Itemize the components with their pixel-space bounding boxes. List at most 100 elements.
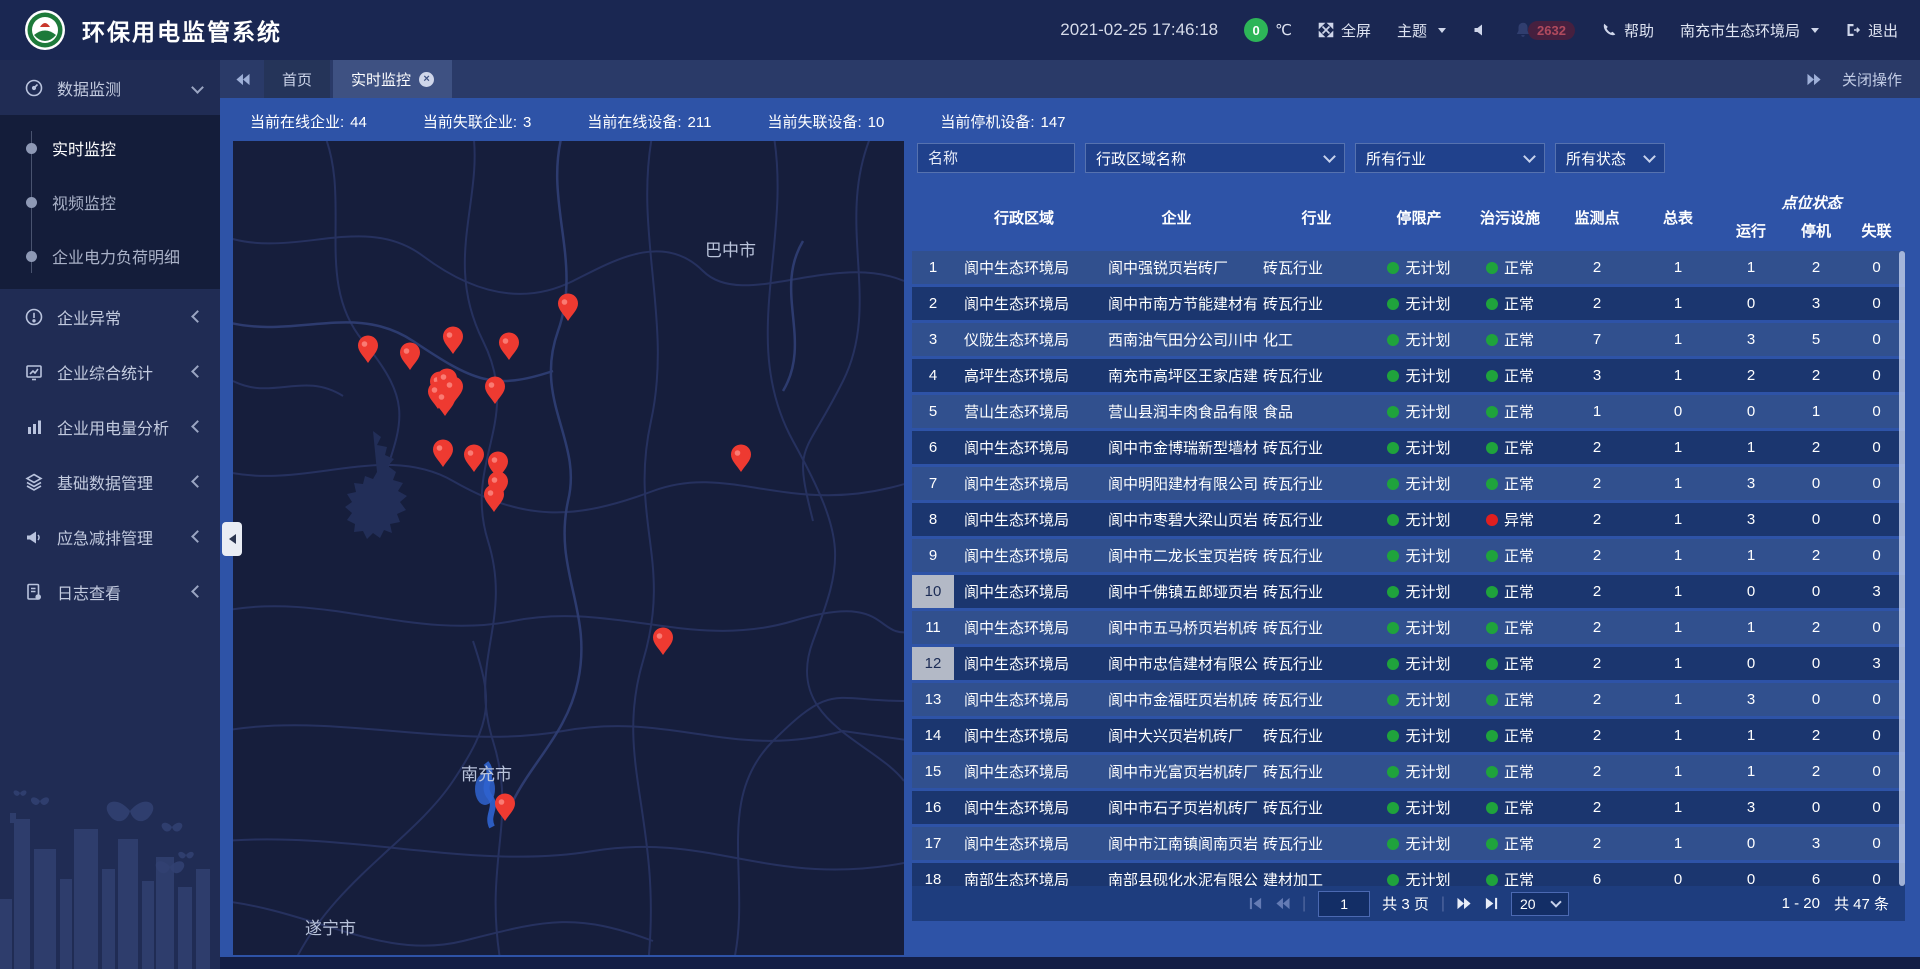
table-row[interactable]: 4 高坪生态环境局 南充市高坪区王家店建 砖瓦行业 无计划 正常 3 1 2 <box>912 359 1905 392</box>
sidebar-item[interactable]: 基础数据管理 <box>0 454 220 509</box>
cell-total-meters: 1 <box>1638 259 1718 276</box>
cell-monitor-points: 2 <box>1556 583 1638 600</box>
total-pages-label: 共 3 页 <box>1382 893 1429 914</box>
cell-lost: 0 <box>1848 763 1905 780</box>
cell-lost: 3 <box>1848 655 1905 672</box>
notifications-button[interactable]: 2632 <box>1514 21 1575 40</box>
table-row[interactable]: 7 阆中生态环境局 阆中明阳建材有限公司 砖瓦行业 无计划 正常 2 1 3 <box>912 467 1905 500</box>
cell-running: 3 <box>1718 475 1784 492</box>
fullscreen-button[interactable]: 全屏 <box>1318 20 1371 41</box>
table-row[interactable]: 12 阆中生态环境局 阆中市忠信建材有限公 砖瓦行业 无计划 正常 2 1 0 <box>912 647 1905 680</box>
notification-count-badge: 2632 <box>1528 21 1575 40</box>
cell-facility-status: 正常 <box>1464 437 1556 458</box>
cell-production-status: 无计划 <box>1374 725 1464 746</box>
close-operations-button[interactable]: 关闭操作 <box>1842 69 1902 90</box>
cell-facility-status: 正常 <box>1464 689 1556 710</box>
cell-company: 阆中市二龙长宝页岩砖 <box>1094 545 1259 566</box>
cell-region: 阆中生态环境局 <box>954 293 1094 314</box>
org-menu-button[interactable]: 南充市生态环境局 <box>1680 20 1819 41</box>
chevron-left-icon <box>191 530 204 543</box>
sidebar-subitem[interactable]: 实时监控 <box>0 121 220 175</box>
table-row[interactable]: 15 阆中生态环境局 阆中市光富页岩机砖厂 砖瓦行业 无计划 正常 2 1 1 <box>912 755 1905 788</box>
cell-total-meters: 1 <box>1638 691 1718 708</box>
cell-total-meters: 1 <box>1638 547 1718 564</box>
table-row[interactable]: 3 仪陇生态环境局 西南油气田分公司川中 化工 无计划 正常 7 1 3 <box>912 323 1905 356</box>
status-dot-green <box>1387 550 1399 562</box>
tab-close-icon[interactable]: × <box>419 72 434 87</box>
table-row[interactable]: 13 阆中生态环境局 阆中市金福旺页岩机砖 砖瓦行业 无计划 正常 2 1 3 <box>912 683 1905 716</box>
map-city-label: 遂宁市 <box>305 919 356 938</box>
page-size-select[interactable]: 20 <box>1511 892 1569 916</box>
sidebar-subitem[interactable]: 企业电力负荷明细 <box>0 229 220 283</box>
table-row[interactable]: 2 阆中生态环境局 阆中市南方节能建材有 砖瓦行业 无计划 正常 2 1 0 <box>912 287 1905 320</box>
cell-total-meters: 1 <box>1638 727 1718 744</box>
table-row[interactable]: 1 阆中生态环境局 阆中强锐页岩砖厂 砖瓦行业 无计划 正常 2 1 1 <box>912 251 1905 284</box>
table-row[interactable]: 6 阆中生态环境局 阆中市金博瑞新型墙材 砖瓦行业 无计划 正常 2 1 1 <box>912 431 1905 464</box>
status-dot-green <box>1387 802 1399 814</box>
sidebar-collapse-button[interactable] <box>222 522 242 556</box>
logout-button[interactable]: 退出 <box>1845 20 1898 41</box>
status-dot-green <box>1387 730 1399 742</box>
cell-stopped: 0 <box>1784 799 1848 816</box>
table-row[interactable]: 16 阆中生态环境局 阆中市石子页岩机砖厂 砖瓦行业 无计划 正常 2 1 3 <box>912 791 1905 824</box>
table-scrollbar[interactable] <box>1899 251 1905 886</box>
app: 环保用电监管系统 2021-02-25 17:46:18 0 ℃ 全屏 主题 2… <box>0 0 1920 969</box>
region-filter-select[interactable]: 行政区域名称 <box>1085 143 1345 173</box>
cell-region: 阆中生态环境局 <box>954 797 1094 818</box>
chevron-left-icon <box>191 585 204 598</box>
status-dot-green <box>1387 838 1399 850</box>
cell-lost: 0 <box>1848 295 1905 312</box>
table-row[interactable]: 14 阆中生态环境局 阆中大兴页岩机砖厂 砖瓦行业 无计划 正常 2 1 1 <box>912 719 1905 752</box>
sidebar-item-data-monitoring[interactable]: 数据监测 <box>0 60 220 115</box>
table-row[interactable]: 8 阆中生态环境局 阆中市枣碧大梁山页岩 砖瓦行业 无计划 异常 2 1 3 <box>912 503 1905 536</box>
table-row[interactable]: 5 营山生态环境局 营山县润丰肉食品有限 食品 无计划 正常 1 0 0 <box>912 395 1905 428</box>
sidebar-item[interactable]: 应急减排管理 <box>0 509 220 564</box>
cell-facility-status: 异常 <box>1464 509 1556 530</box>
header-right: 2021-02-25 17:46:18 0 ℃ 全屏 主题 2632 帮助 <box>1060 18 1920 42</box>
table-row[interactable]: 11 阆中生态环境局 阆中市五马桥页岩机砖 砖瓦行业 无计划 正常 2 1 1 <box>912 611 1905 644</box>
cell-company: 南部县砚化水泥有限公 <box>1094 869 1259 886</box>
open-tabs: 首页 × 实时监控 × <box>264 60 455 98</box>
sidebar-item[interactable]: 企业用电量分析 <box>0 399 220 454</box>
first-page-button[interactable] <box>1248 896 1263 911</box>
table-row[interactable]: 10 阆中生态环境局 阆中千佛镇五郎垭页岩 砖瓦行业 无计划 正常 2 1 0 <box>912 575 1905 608</box>
bullet-dot-icon <box>26 143 37 154</box>
sidebar-item[interactable]: 企业综合统计 <box>0 344 220 399</box>
map-panel[interactable]: 巴中市南充市遂宁市 <box>233 141 904 955</box>
tab[interactable]: 首页 × <box>264 60 330 98</box>
tab[interactable]: 实时监控 × <box>333 60 452 98</box>
last-page-button[interactable] <box>1484 896 1499 911</box>
next-page-button[interactable] <box>1457 896 1472 911</box>
cell-lost: 0 <box>1848 511 1905 528</box>
map-city-label: 南充市 <box>461 765 512 784</box>
city-skyline-decoration <box>0 769 220 969</box>
cell-total-meters: 1 <box>1638 763 1718 780</box>
row-index: 3 <box>912 323 954 356</box>
scroll-tabs-left-button[interactable] <box>220 60 264 98</box>
cell-production-status: 无计划 <box>1374 869 1464 886</box>
sidebar-item[interactable]: 日志查看 <box>0 564 220 619</box>
table-row[interactable]: 17 阆中生态环境局 阆中市江南镇阆南页岩 砖瓦行业 无计划 正常 2 1 0 <box>912 827 1905 860</box>
theme-menu-button[interactable]: 主题 <box>1397 20 1446 41</box>
scroll-tabs-right-button[interactable] <box>1807 72 1822 87</box>
cell-industry: 砖瓦行业 <box>1259 617 1374 638</box>
page-number-input[interactable] <box>1318 891 1370 917</box>
table-row[interactable]: 18 南部生态环境局 南部县砚化水泥有限公 建材加工 无计划 正常 6 0 0 <box>912 863 1905 886</box>
mute-button[interactable] <box>1472 22 1488 38</box>
cell-stopped: 0 <box>1784 691 1848 708</box>
cell-industry: 砖瓦行业 <box>1259 833 1374 854</box>
sidebar-item[interactable]: 企业异常 <box>0 289 220 344</box>
status-filter-select[interactable]: 所有状态 <box>1555 143 1665 173</box>
sidebar-subitem[interactable]: 视频监控 <box>0 175 220 229</box>
table-row[interactable]: 9 阆中生态环境局 阆中市二龙长宝页岩砖 砖瓦行业 无计划 正常 2 1 1 <box>912 539 1905 572</box>
cell-company: 阆中市光富页岩机砖厂 <box>1094 761 1259 782</box>
status-dot-green <box>1387 370 1399 382</box>
cell-stopped: 2 <box>1784 367 1848 384</box>
cell-total-meters: 1 <box>1638 655 1718 672</box>
help-button[interactable]: 帮助 <box>1601 20 1654 41</box>
industry-filter-select[interactable]: 所有行业 <box>1355 143 1545 173</box>
name-filter-input[interactable] <box>917 143 1075 173</box>
previous-page-button[interactable] <box>1275 896 1290 911</box>
cell-facility-status: 正常 <box>1464 833 1556 854</box>
cell-lost: 0 <box>1848 691 1905 708</box>
